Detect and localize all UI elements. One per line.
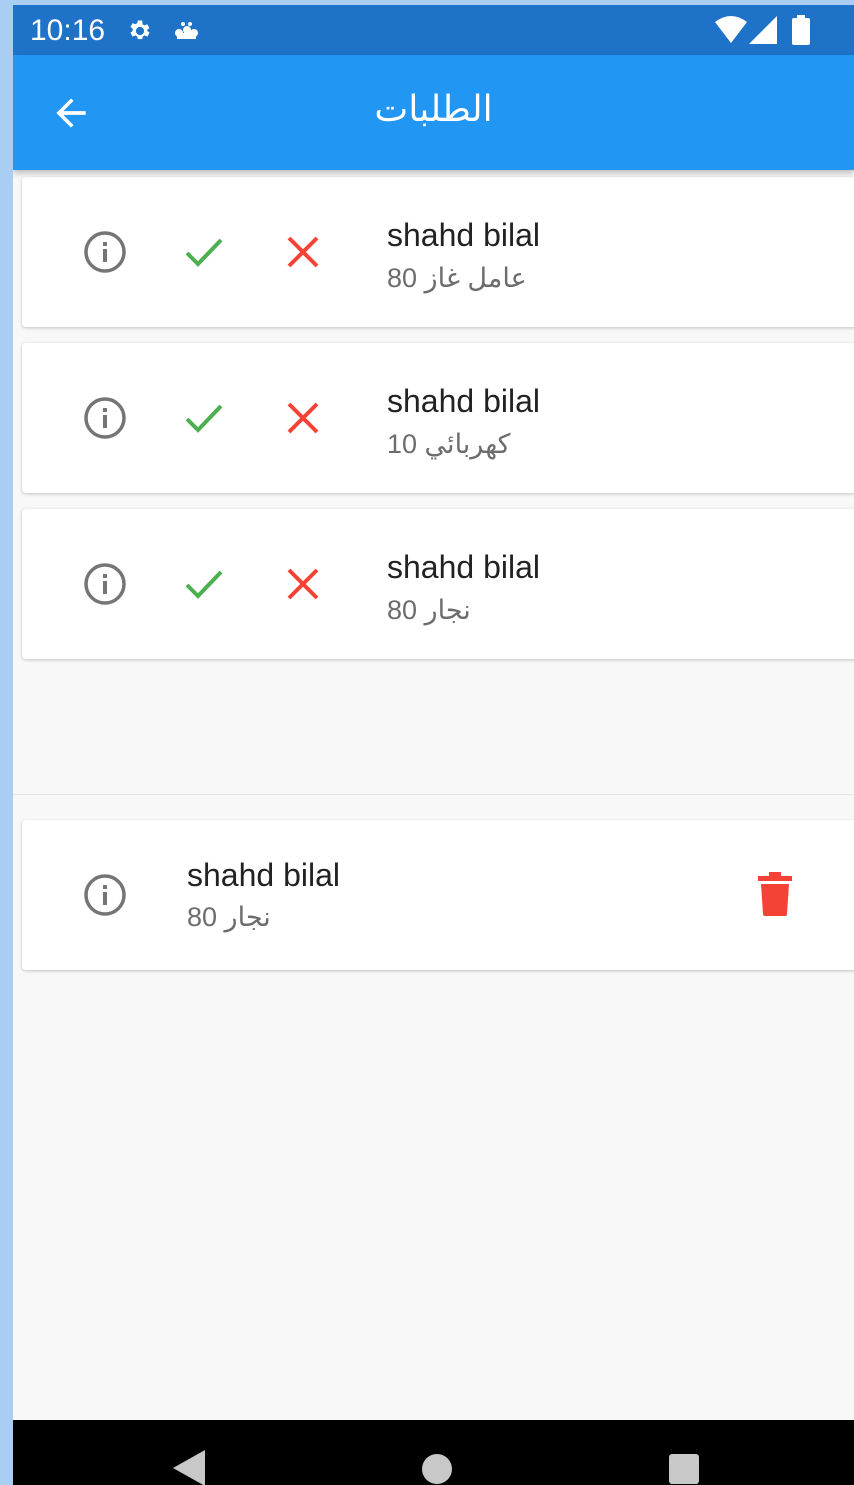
section-divider	[13, 794, 854, 795]
info-button[interactable]	[81, 871, 129, 919]
requester-name: shahd bilal	[387, 217, 540, 253]
request-card: shahd bilal عامل غاز 80	[22, 177, 854, 327]
close-icon	[287, 236, 319, 268]
info-button[interactable]	[81, 560, 129, 608]
request-card: shahd bilal كهربائي 10	[22, 343, 854, 493]
reject-button[interactable]	[279, 560, 327, 608]
system-nav-bar	[13, 1420, 854, 1485]
nav-recents-icon	[669, 1454, 699, 1484]
notification-icon	[173, 19, 199, 48]
close-icon	[287, 402, 319, 434]
reject-button[interactable]	[279, 228, 327, 276]
requester-name: shahd bilal	[387, 383, 540, 419]
nav-home-icon	[422, 1454, 452, 1484]
accept-button[interactable]	[180, 560, 228, 608]
reject-button[interactable]	[279, 394, 327, 442]
trash-icon	[758, 872, 792, 916]
check-icon	[185, 404, 223, 433]
info-icon	[84, 563, 126, 605]
requester-name: shahd bilal	[387, 549, 540, 585]
wifi-icon	[715, 16, 747, 49]
nav-recents-button[interactable]	[668, 1453, 700, 1485]
nav-back-icon	[173, 1450, 205, 1485]
gear-icon	[126, 17, 154, 50]
close-icon	[287, 568, 319, 600]
request-details: عامل غاز 80	[387, 263, 527, 293]
request-details: نجار 80	[187, 902, 271, 932]
accept-button[interactable]	[180, 228, 228, 276]
info-icon	[84, 874, 126, 916]
nav-back-button[interactable]	[173, 1450, 205, 1485]
requester-name: shahd bilal	[187, 857, 340, 893]
check-icon	[185, 238, 223, 267]
nav-home-button[interactable]	[421, 1453, 453, 1485]
request-details: كهربائي 10	[387, 429, 511, 459]
phone-screen: 10:16 الطلبات shahd bilal عامل غاز 80 sh…	[13, 5, 854, 1485]
check-icon	[185, 570, 223, 599]
app-bar: الطلبات	[13, 55, 854, 170]
accepted-request-card: shahd bilal نجار 80	[22, 820, 854, 970]
status-bar: 10:16	[13, 5, 854, 55]
info-button[interactable]	[81, 228, 129, 276]
info-button[interactable]	[81, 394, 129, 442]
accept-button[interactable]	[180, 394, 228, 442]
request-card: shahd bilal نجار 80	[22, 509, 854, 659]
info-icon	[84, 231, 126, 273]
battery-icon	[792, 15, 810, 50]
page-title: الطلبات	[374, 88, 493, 129]
status-time: 10:16	[30, 14, 106, 47]
request-details: نجار 80	[387, 595, 471, 625]
info-icon	[84, 397, 126, 439]
signal-icon	[749, 16, 777, 49]
delete-button[interactable]	[758, 872, 792, 916]
